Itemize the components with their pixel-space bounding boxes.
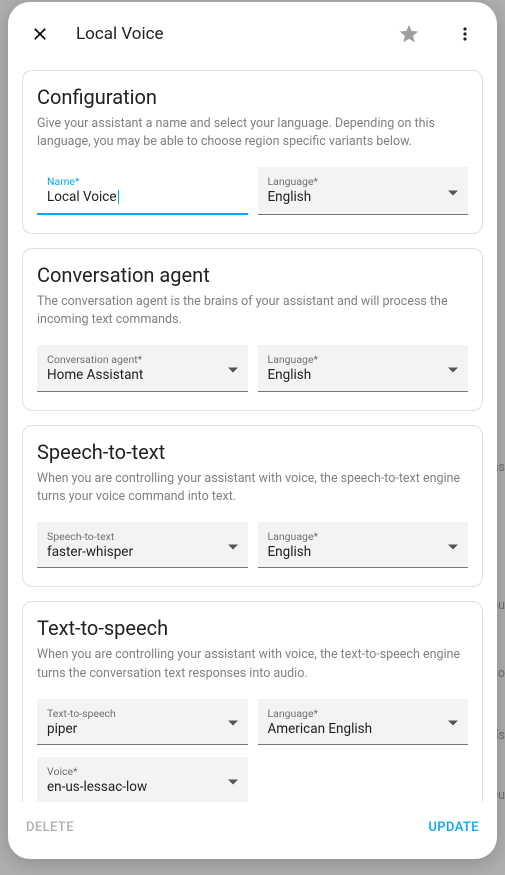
tts-engine-select[interactable]: Text-to-speech piper: [37, 699, 248, 746]
tts-language-select[interactable]: Language* American English: [258, 699, 469, 746]
config-language-label: Language*: [268, 175, 459, 188]
dialog-title: Local Voice: [76, 24, 373, 44]
chevron-down-icon: [448, 358, 458, 377]
tts-desc: When you are controlling your assistant …: [37, 646, 468, 682]
star-icon: [398, 23, 420, 45]
tts-engine-label: Text-to-speech: [47, 707, 238, 720]
tts-title: Text-to-speech: [37, 616, 468, 640]
tts-language-label: Language*: [268, 707, 459, 720]
text-caret: [118, 190, 119, 204]
name-label: Name*: [47, 175, 238, 188]
conversation-agent-value: Home Assistant: [47, 367, 238, 385]
update-button[interactable]: UPDATE: [424, 814, 483, 841]
stt-language-label: Language*: [268, 530, 459, 543]
close-icon: [30, 24, 50, 44]
conversation-language-label: Language*: [268, 353, 459, 366]
dialog: Local Voice Configuration Give your assi…: [8, 2, 497, 859]
stt-card: Speech-to-text When you are controlling …: [22, 425, 483, 588]
name-input[interactable]: Name* Local Voice: [37, 167, 248, 215]
chevron-down-icon: [228, 535, 238, 554]
configuration-desc: Give your assistant a name and select yo…: [37, 115, 468, 151]
conversation-agent-label: Conversation agent*: [47, 353, 238, 366]
dialog-header: Local Voice: [8, 2, 497, 62]
chevron-down-icon: [448, 535, 458, 554]
stt-title: Speech-to-text: [37, 440, 468, 464]
config-language-select[interactable]: Language* English: [258, 167, 469, 215]
name-value: Local Voice: [47, 189, 238, 207]
conversation-language-select[interactable]: Language* English: [258, 345, 469, 392]
conversation-desc: The conversation agent is the brains of …: [37, 293, 468, 329]
conversation-agent-select[interactable]: Conversation agent* Home Assistant: [37, 345, 248, 392]
more-vert-icon: [455, 24, 475, 44]
stt-engine-label: Speech-to-text: [47, 530, 238, 543]
tts-voice-select[interactable]: Voice* en-us-lessac-low: [37, 757, 248, 802]
dialog-footer: DELETE UPDATE: [8, 802, 497, 859]
more-button[interactable]: [445, 14, 485, 54]
stt-engine-value: faster-whisper: [47, 544, 238, 562]
conversation-language-value: English: [268, 367, 459, 385]
tts-engine-value: piper: [47, 721, 238, 739]
stt-desc: When you are controlling your assistant …: [37, 470, 468, 506]
config-language-value: English: [268, 189, 459, 207]
conversation-card: Conversation agent The conversation agen…: [22, 248, 483, 411]
close-button[interactable]: [20, 14, 60, 54]
chevron-down-icon: [228, 712, 238, 731]
chevron-down-icon: [448, 712, 458, 731]
chevron-down-icon: [448, 181, 458, 200]
stt-engine-select[interactable]: Speech-to-text faster-whisper: [37, 522, 248, 569]
tts-language-value: American English: [268, 721, 459, 739]
stt-language-value: English: [268, 544, 459, 562]
configuration-card: Configuration Give your assistant a name…: [22, 70, 483, 234]
dialog-content: Configuration Give your assistant a name…: [8, 62, 497, 802]
tts-voice-label: Voice*: [47, 765, 238, 778]
tts-voice-value: en-us-lessac-low: [47, 779, 238, 797]
chevron-down-icon: [228, 358, 238, 377]
tts-card: Text-to-speech When you are controlling …: [22, 601, 483, 802]
conversation-title: Conversation agent: [37, 263, 468, 287]
stt-language-select[interactable]: Language* English: [258, 522, 469, 569]
chevron-down-icon: [228, 770, 238, 789]
delete-button[interactable]: DELETE: [22, 814, 78, 841]
configuration-title: Configuration: [37, 85, 468, 109]
star-button[interactable]: [389, 14, 429, 54]
